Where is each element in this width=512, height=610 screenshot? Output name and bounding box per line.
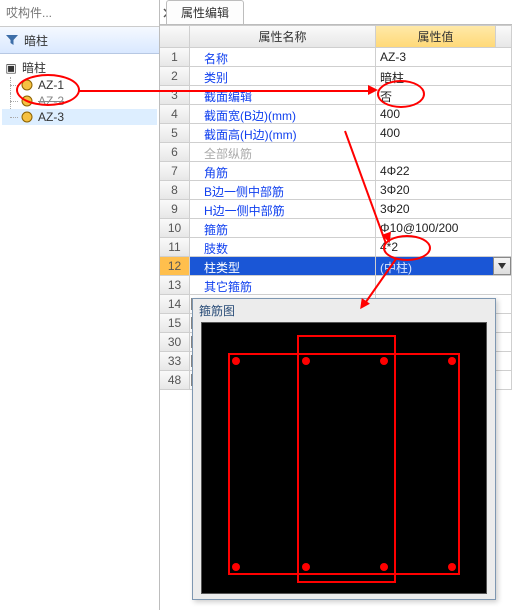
property-name: 角筋 bbox=[190, 162, 376, 181]
tree-item-az3[interactable]: AZ-3 bbox=[2, 109, 157, 125]
property-name: 柱类型 bbox=[190, 257, 376, 276]
row-index: 30 bbox=[160, 333, 190, 352]
table-row[interactable]: 4截面宽(B边)(mm)400 bbox=[160, 105, 512, 124]
grid-header-spacer bbox=[496, 26, 512, 48]
table-row[interactable]: 7角筋4Φ22 bbox=[160, 162, 512, 181]
tree-item-label: AZ-3 bbox=[38, 110, 64, 124]
row-index: 2 bbox=[160, 67, 190, 86]
property-value[interactable]: 4*2 bbox=[376, 238, 512, 257]
table-row[interactable]: 6全部纵筋 bbox=[160, 143, 512, 162]
property-value[interactable] bbox=[376, 276, 512, 295]
row-index: 10 bbox=[160, 219, 190, 238]
row-index: 13 bbox=[160, 276, 190, 295]
table-row[interactable]: 5截面高(H边)(mm)400 bbox=[160, 124, 512, 143]
filter-icon bbox=[4, 32, 20, 48]
tree-root-label: 暗柱 bbox=[22, 59, 46, 76]
tree-item-label: AZ-2 bbox=[38, 94, 64, 108]
stirrup-diagram-title: 箍筋图 bbox=[193, 299, 495, 322]
table-row[interactable]: 3截面编辑否 bbox=[160, 86, 512, 105]
property-name: 其它箍筋 bbox=[190, 276, 376, 295]
property-value[interactable]: (中柱) bbox=[376, 257, 512, 276]
property-value[interactable]: 3Φ20 bbox=[376, 181, 512, 200]
row-index: 48 bbox=[160, 371, 190, 390]
table-row[interactable]: 12柱类型(中柱) bbox=[160, 257, 512, 276]
grid-header-value: 属性值 bbox=[376, 26, 496, 48]
table-row[interactable]: 10箍筋Φ10@100/200 bbox=[160, 219, 512, 238]
row-index: 14 bbox=[160, 295, 190, 314]
row-index: 1 bbox=[160, 48, 190, 67]
property-value[interactable]: Φ10@100/200 bbox=[376, 219, 512, 238]
table-row[interactable]: 9H边一侧中部筋3Φ20 bbox=[160, 200, 512, 219]
row-index: 7 bbox=[160, 162, 190, 181]
property-name: 截面高(H边)(mm) bbox=[190, 124, 376, 143]
property-value[interactable]: 3Φ20 bbox=[376, 200, 512, 219]
property-name: 类别 bbox=[190, 67, 376, 86]
gear-icon bbox=[20, 78, 34, 92]
stirrup-diagram bbox=[201, 322, 487, 594]
property-name: B边一侧中部筋 bbox=[190, 181, 376, 200]
property-value[interactable]: 400 bbox=[376, 105, 512, 124]
row-index: 12 bbox=[160, 257, 190, 276]
tree-root[interactable]: ▣ 暗柱 bbox=[2, 58, 157, 77]
gear-icon bbox=[20, 110, 34, 124]
grid-header-name: 属性名称 bbox=[190, 26, 376, 48]
table-row[interactable]: 8B边一侧中部筋3Φ20 bbox=[160, 181, 512, 200]
property-name: 全部纵筋 bbox=[190, 143, 376, 162]
tree-item-az2[interactable]: AZ-2 bbox=[2, 93, 157, 109]
dropdown-button[interactable] bbox=[493, 257, 511, 275]
table-row[interactable]: 11肢数4*2 bbox=[160, 238, 512, 257]
row-index: 33 bbox=[160, 352, 190, 371]
row-index: 15 bbox=[160, 314, 190, 333]
tree-item-az1[interactable]: AZ-1 bbox=[2, 77, 157, 93]
tree-item-label: AZ-1 bbox=[38, 78, 64, 92]
row-index: 4 bbox=[160, 105, 190, 124]
search-input[interactable] bbox=[4, 5, 163, 21]
row-index: 6 bbox=[160, 143, 190, 162]
property-name: 截面宽(B边)(mm) bbox=[190, 105, 376, 124]
folder-icon: ▣ bbox=[4, 61, 18, 75]
filter-row[interactable]: 暗柱 bbox=[0, 27, 159, 54]
filter-label: 暗柱 bbox=[24, 32, 48, 49]
table-row[interactable]: 1名称AZ-3 bbox=[160, 48, 512, 67]
stirrup-diagram-panel: 箍筋图 bbox=[192, 298, 496, 600]
table-row[interactable]: 2类别暗柱 bbox=[160, 67, 512, 86]
row-index: 9 bbox=[160, 200, 190, 219]
property-name: 肢数 bbox=[190, 238, 376, 257]
component-tree: ▣ 暗柱 AZ-1 AZ-2 bbox=[0, 54, 159, 610]
grid-header-index bbox=[160, 26, 190, 48]
property-value[interactable]: 4Φ22 bbox=[376, 162, 512, 181]
table-row[interactable]: 13其它箍筋 bbox=[160, 276, 512, 295]
property-value[interactable]: AZ-3 bbox=[376, 48, 512, 67]
property-value[interactable] bbox=[376, 143, 512, 162]
property-name: 箍筋 bbox=[190, 219, 376, 238]
property-name: 名称 bbox=[190, 48, 376, 67]
row-index: 5 bbox=[160, 124, 190, 143]
property-value[interactable]: 400 bbox=[376, 124, 512, 143]
property-name: H边一侧中部筋 bbox=[190, 200, 376, 219]
row-index: 3 bbox=[160, 86, 190, 105]
property-value[interactable]: 否 bbox=[376, 86, 512, 105]
row-index: 11 bbox=[160, 238, 190, 257]
tab-property-edit[interactable]: 属性编辑 bbox=[166, 0, 244, 24]
property-value[interactable]: 暗柱 bbox=[376, 67, 512, 86]
gear-icon bbox=[20, 94, 34, 108]
row-index: 8 bbox=[160, 181, 190, 200]
property-name: 截面编辑 bbox=[190, 86, 376, 105]
